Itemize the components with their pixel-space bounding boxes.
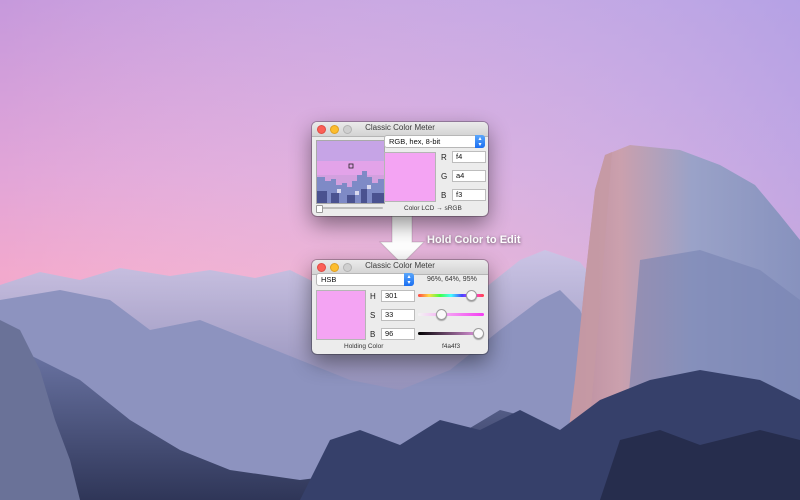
slider-knob[interactable] <box>436 309 447 320</box>
channel-label-b: B <box>441 191 447 200</box>
hold-color-caption: Hold Color to Edit <box>427 234 521 246</box>
color-profile-status: Color LCD → sRGB <box>404 205 462 212</box>
color-swatch <box>316 290 366 340</box>
color-meter-window-live: Classic Color Meter RGB, hex, 8-bit ▴ ▾ … <box>312 122 488 216</box>
channel-value-h[interactable]: 301 <box>381 290 415 302</box>
channel-value-b[interactable]: 96 <box>381 328 415 340</box>
down-arrow-icon <box>378 216 426 265</box>
channel-value-g[interactable]: a4 <box>452 170 486 182</box>
slider-knob[interactable] <box>473 328 484 339</box>
aperture-slider[interactable] <box>316 205 383 213</box>
channel-value-r[interactable]: f4 <box>452 151 486 163</box>
magnifier-view[interactable] <box>316 140 385 204</box>
hsb-summary: 96%, 64%, 95% <box>427 276 477 283</box>
channel-label-s: S <box>370 311 376 320</box>
color-swatch <box>384 152 436 202</box>
window-title: Classic Color Meter <box>365 261 435 270</box>
window-title: Classic Color Meter <box>365 123 435 132</box>
holding-color-status: Holding Color <box>344 343 384 350</box>
format-select[interactable]: RGB, hex, 8-bit ▴ ▾ <box>384 135 485 148</box>
channel-label-r: R <box>441 153 447 162</box>
slider-knob[interactable] <box>466 290 477 301</box>
held-hex-value: f4a4f3 <box>442 343 461 350</box>
format-select-value: RGB, hex, 8-bit <box>389 137 441 146</box>
channel-value-s[interactable]: 33 <box>381 309 415 321</box>
channel-label-h: H <box>370 292 376 301</box>
chevron-updown-icon: ▴ ▾ <box>475 135 485 148</box>
format-select[interactable]: HSB ▴ ▾ <box>316 273 414 286</box>
color-meter-window-held: Classic Color Meter HSB ▴ ▾ 96%, 64%, 95%… <box>312 260 488 354</box>
saturation-slider[interactable] <box>418 313 484 316</box>
format-select-value: HSB <box>321 275 337 284</box>
channel-label-g: G <box>441 172 448 181</box>
channel-value-b[interactable]: f3 <box>452 189 486 201</box>
chevron-updown-icon: ▴ ▾ <box>404 273 414 286</box>
channel-label-b: B <box>370 330 376 339</box>
